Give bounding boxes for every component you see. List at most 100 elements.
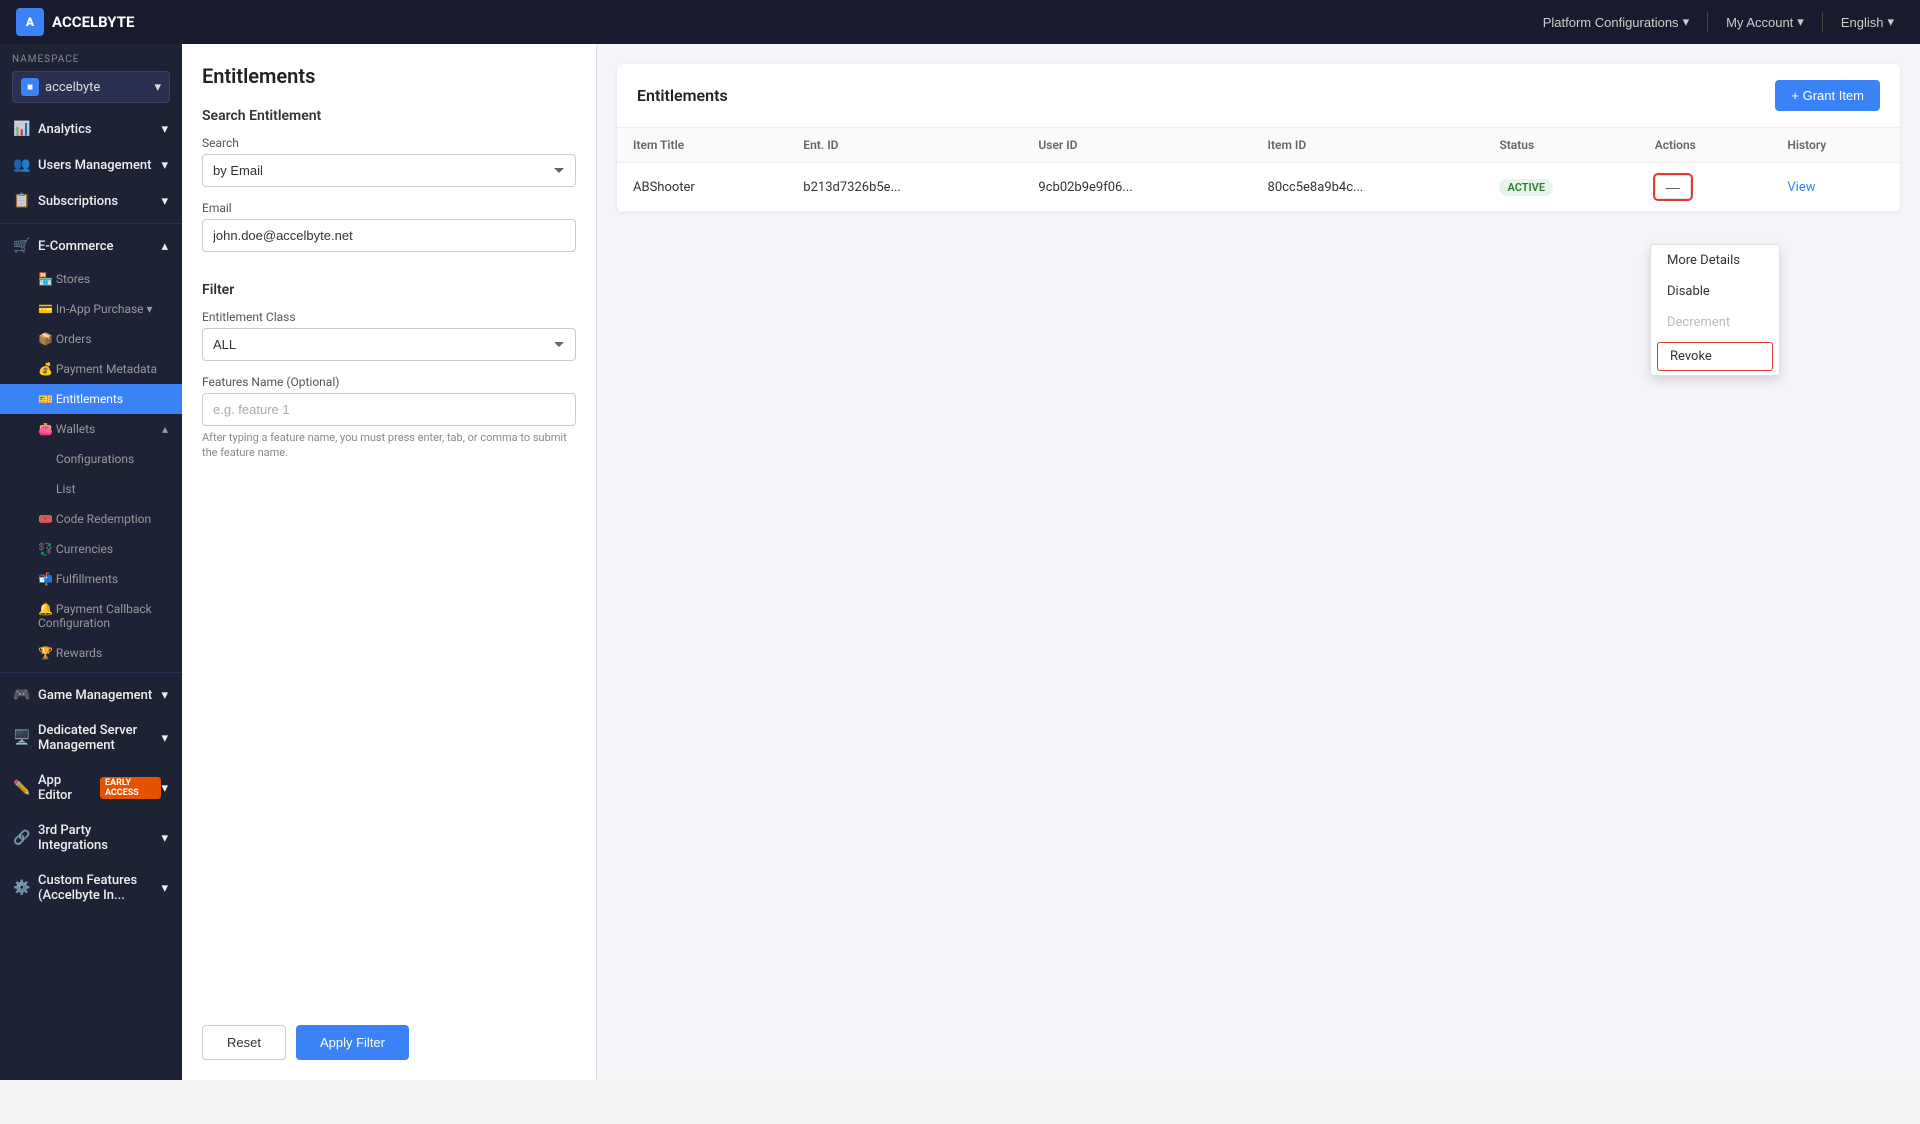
view-history-link[interactable]: View [1787, 180, 1815, 195]
chevron-icon-ecommerce: ▴ [161, 239, 168, 254]
table-head: Item Title Ent. ID User ID Item ID Statu… [617, 128, 1900, 163]
dropdown-more-details[interactable]: More Details [1651, 245, 1779, 276]
sidebar-item-users-management[interactable]: 👥 Users Management ▾ [0, 147, 182, 183]
sidebar-game-management-label: Game Management [38, 688, 152, 703]
navbar-right: Platform Configurations ▾ My Account ▾ E… [1533, 8, 1904, 36]
sidebar-item-wallets[interactable]: 👛 Wallets ▴ [0, 414, 182, 444]
sidebar-orders-label: Orders [56, 332, 92, 346]
sidebar-item-stores[interactable]: 🏪 Stores [0, 264, 182, 294]
app-editor-icon: ✏️ [14, 780, 30, 796]
sidebar-item-custom-features[interactable]: ⚙️ Custom Features (Accelbyte In... ▾ [0, 863, 182, 913]
sidebar: NAMESPACE ■ accelbyte ▾ 📊 Analytics ▾ 👥 … [0, 44, 182, 1080]
my-account-label: My Account [1726, 15, 1793, 30]
sidebar-custom-features-label: Custom Features (Accelbyte In... [38, 873, 161, 903]
sidebar-subscriptions-label: Subscriptions [38, 194, 118, 209]
namespace-select[interactable]: ■ accelbyte ▾ [12, 71, 170, 103]
right-panel: Entitlements + Grant Item Item Title Ent… [597, 44, 1920, 1080]
sidebar-item-app-editor[interactable]: ✏️ App Editor EARLY ACCESS ▾ [0, 763, 182, 813]
entitlement-class-form-group: Entitlement Class ALL APP ENTITLEMENT CO… [202, 310, 576, 361]
my-account-button[interactable]: My Account ▾ [1716, 8, 1814, 36]
dropdown-revoke[interactable]: Revoke [1657, 342, 1773, 371]
col-status: Status [1483, 128, 1638, 163]
stores-icon: 🏪 [38, 272, 56, 286]
sidebar-iap-label: In-App Purchase [56, 302, 144, 316]
sidebar-item-configurations[interactable]: Configurations [0, 444, 182, 474]
sidebar-payment-callback-label: Payment Callback Configuration [38, 602, 152, 630]
sidebar-item-list[interactable]: List [0, 474, 182, 504]
table-header: Entitlements + Grant Item [617, 64, 1900, 128]
sidebar-item-in-app-purchase[interactable]: 💳 In-App Purchase ▾ [0, 294, 182, 324]
namespace-section: NAMESPACE ■ accelbyte ▾ [0, 44, 182, 111]
sidebar-item-code-redemption[interactable]: 🎟️ Code Redemption [0, 504, 182, 534]
sidebar-item-currencies[interactable]: 💱 Currencies [0, 534, 182, 564]
currencies-icon: 💱 [38, 542, 56, 556]
code-redemption-icon: 🎟️ [38, 512, 56, 526]
platform-configurations-button[interactable]: Platform Configurations ▾ [1533, 8, 1699, 36]
sidebar-item-ecommerce[interactable]: 🛒 E-Commerce ▴ [0, 228, 182, 264]
navbar-brand-text: ACCELBYTE [52, 13, 134, 31]
entitlement-class-label: Entitlement Class [202, 310, 576, 324]
email-label: Email [202, 201, 576, 215]
sidebar-users-label: Users Management [38, 158, 151, 173]
platform-config-label: Platform Configurations [1543, 15, 1679, 30]
sidebar-item-payment-callback[interactable]: 🔔 Payment Callback Configuration [0, 594, 182, 638]
sidebar-item-3rd-party[interactable]: 🔗 3rd Party Integrations ▾ [0, 813, 182, 863]
table-container: Entitlements + Grant Item Item Title Ent… [617, 64, 1900, 212]
sidebar-item-dedicated-server[interactable]: 🖥️ Dedicated Server Management ▾ [0, 713, 182, 763]
sidebar-item-fulfillments[interactable]: 📬 Fulfillments [0, 564, 182, 594]
dedicated-server-icon: 🖥️ [14, 730, 30, 746]
sidebar-item-payment-metadata[interactable]: 💰 Payment Metadata [0, 354, 182, 384]
actions-menu-button[interactable]: — [1655, 175, 1691, 199]
sidebar-item-entitlements[interactable]: 🎫 Entitlements [0, 384, 182, 414]
3rd-party-icon: 🔗 [14, 830, 30, 846]
email-form-group: Email [202, 201, 576, 252]
ecommerce-icon: 🛒 [14, 238, 30, 254]
status-badge: ACTIVE [1499, 179, 1553, 196]
features-name-label: Features Name (Optional) [202, 375, 576, 389]
sidebar-item-rewards[interactable]: 🏆 Rewards [0, 638, 182, 668]
chevron-down-icon-ns: ▾ [154, 80, 161, 95]
sidebar-item-orders[interactable]: 📦 Orders [0, 324, 182, 354]
chevron-icon-cf: ▾ [161, 881, 168, 896]
sidebar-currencies-label: Currencies [56, 542, 113, 556]
iap-icon: 💳 [38, 302, 56, 316]
early-access-badge: EARLY ACCESS [100, 777, 162, 799]
cell-status: ACTIVE [1483, 163, 1638, 212]
sidebar-item-subscriptions[interactable]: 📋 Subscriptions ▾ [0, 183, 182, 219]
page-title: Entitlements [202, 64, 576, 88]
chevron-icon-3p: ▾ [161, 831, 168, 846]
col-item-title: Item Title [617, 128, 787, 163]
chevron-icon-ae: ▾ [161, 781, 168, 796]
namespace-label: NAMESPACE [12, 54, 170, 65]
fulfillments-icon: 📬 [38, 572, 56, 586]
sidebar-item-analytics[interactable]: 📊 Analytics ▾ [0, 111, 182, 147]
language-button[interactable]: English ▾ [1831, 8, 1904, 36]
bottom-buttons: Reset Apply Filter [202, 1005, 576, 1060]
dropdown-decrement: Decrement [1651, 307, 1779, 338]
search-select[interactable]: by Email by User ID by Item ID [202, 154, 576, 187]
col-user-id: User ID [1022, 128, 1251, 163]
chevron-icon-users: ▾ [161, 158, 168, 173]
reset-button[interactable]: Reset [202, 1025, 286, 1060]
entitlements-table: Item Title Ent. ID User ID Item ID Statu… [617, 128, 1900, 212]
sidebar-item-game-management[interactable]: 🎮 Game Management ▾ [0, 677, 182, 713]
cell-actions: — [1639, 163, 1772, 212]
chevron-icon-game: ▾ [161, 688, 168, 703]
features-name-input[interactable] [202, 393, 576, 426]
cell-user-id: 9cb02b9e9f06... [1022, 163, 1251, 212]
entitlement-class-select[interactable]: ALL APP ENTITLEMENT CODE SUBSCRIPTION [202, 328, 576, 361]
email-input[interactable] [202, 219, 576, 252]
grant-item-button[interactable]: + Grant Item [1775, 80, 1880, 111]
chevron-icon-ds: ▾ [161, 731, 168, 746]
apply-filter-button[interactable]: Apply Filter [296, 1025, 409, 1060]
chevron-icon-analytics: ▾ [161, 122, 168, 137]
filter-section-title: Filter [202, 282, 576, 298]
features-name-form-group: Features Name (Optional) After typing a … [202, 375, 576, 461]
dropdown-disable[interactable]: Disable [1651, 276, 1779, 307]
search-form-group: Search by Email by User ID by Item ID [202, 136, 576, 187]
namespace-icon: ■ [21, 78, 39, 96]
namespace-value: accelbyte [45, 80, 100, 95]
actions-dropdown-menu: More Details Disable Decrement Revoke [1650, 244, 1780, 376]
col-ent-id: Ent. ID [787, 128, 1022, 163]
table-row: ABShooter b213d7326b5e... 9cb02b9e9f06..… [617, 163, 1900, 212]
